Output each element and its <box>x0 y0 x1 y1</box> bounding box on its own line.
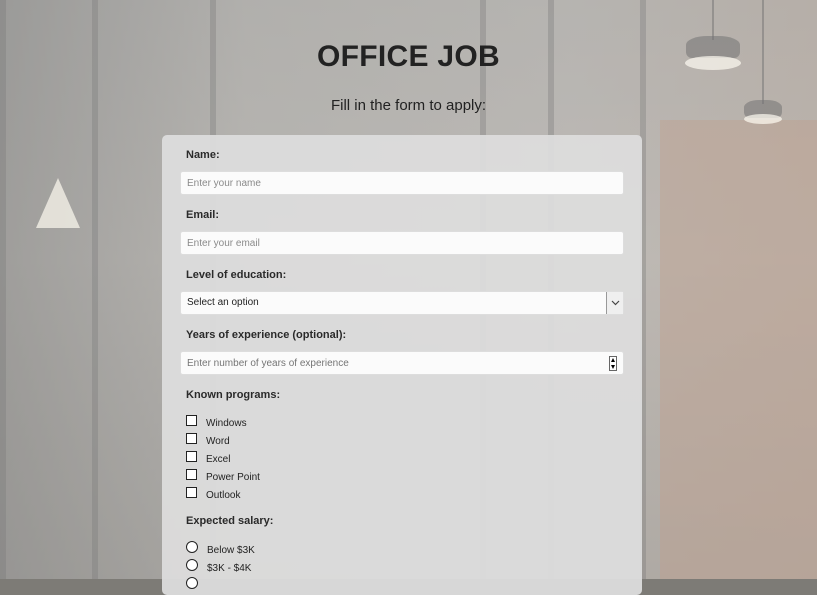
experience-field <box>180 351 624 375</box>
program-option-windows[interactable]: Windows <box>186 415 247 429</box>
application-form: Name: Email: Level of education: Select … <box>162 135 642 595</box>
radio-icon[interactable] <box>186 559 198 571</box>
programs-label: Known programs: <box>186 389 281 401</box>
checkbox-icon[interactable] <box>186 415 197 426</box>
spinner-icon[interactable] <box>609 356 617 371</box>
education-select[interactable]: Select an option <box>180 291 624 315</box>
program-option-label: Power Point <box>206 472 260 483</box>
salary-option-label: Below $3K <box>207 544 255 556</box>
chevron-down-icon <box>606 292 623 314</box>
education-select-value: Select an option <box>187 297 259 308</box>
program-option-excel[interactable]: Excel <box>186 451 231 465</box>
checkbox-icon[interactable] <box>186 487 197 498</box>
program-option-power-point[interactable]: Power Point <box>186 469 260 483</box>
salary-label: Expected salary: <box>186 515 274 527</box>
program-option-label: Excel <box>206 454 231 465</box>
checkbox-icon[interactable] <box>186 451 197 462</box>
program-option-label: Windows <box>206 418 247 429</box>
program-option-outlook[interactable]: Outlook <box>186 487 241 501</box>
checkbox-icon[interactable] <box>186 433 197 444</box>
education-label: Level of education: <box>186 269 287 281</box>
program-option-word[interactable]: Word <box>186 433 230 447</box>
checkbox-icon[interactable] <box>186 469 197 480</box>
program-option-label: Outlook <box>206 490 241 501</box>
program-option-label: Word <box>206 436 230 447</box>
name-label: Name: <box>186 149 220 161</box>
experience-label: Years of experience (optional): <box>186 329 347 341</box>
email-label: Email: <box>186 209 220 221</box>
name-input[interactable] <box>180 171 624 195</box>
salary-option-3k-4k[interactable]: $3K - $4K <box>186 559 252 574</box>
page-title: OFFICE JOB <box>316 40 500 73</box>
salary-option-below-3k[interactable]: Below $3K <box>186 541 255 556</box>
page-subtitle: Fill in the form to apply: <box>330 97 487 114</box>
salary-option-label: $3K - $4K <box>207 562 252 574</box>
radio-icon[interactable] <box>186 541 198 553</box>
experience-input[interactable] <box>181 352 593 374</box>
email-input[interactable] <box>180 231 624 255</box>
salary-option-partial[interactable] <box>186 577 207 592</box>
